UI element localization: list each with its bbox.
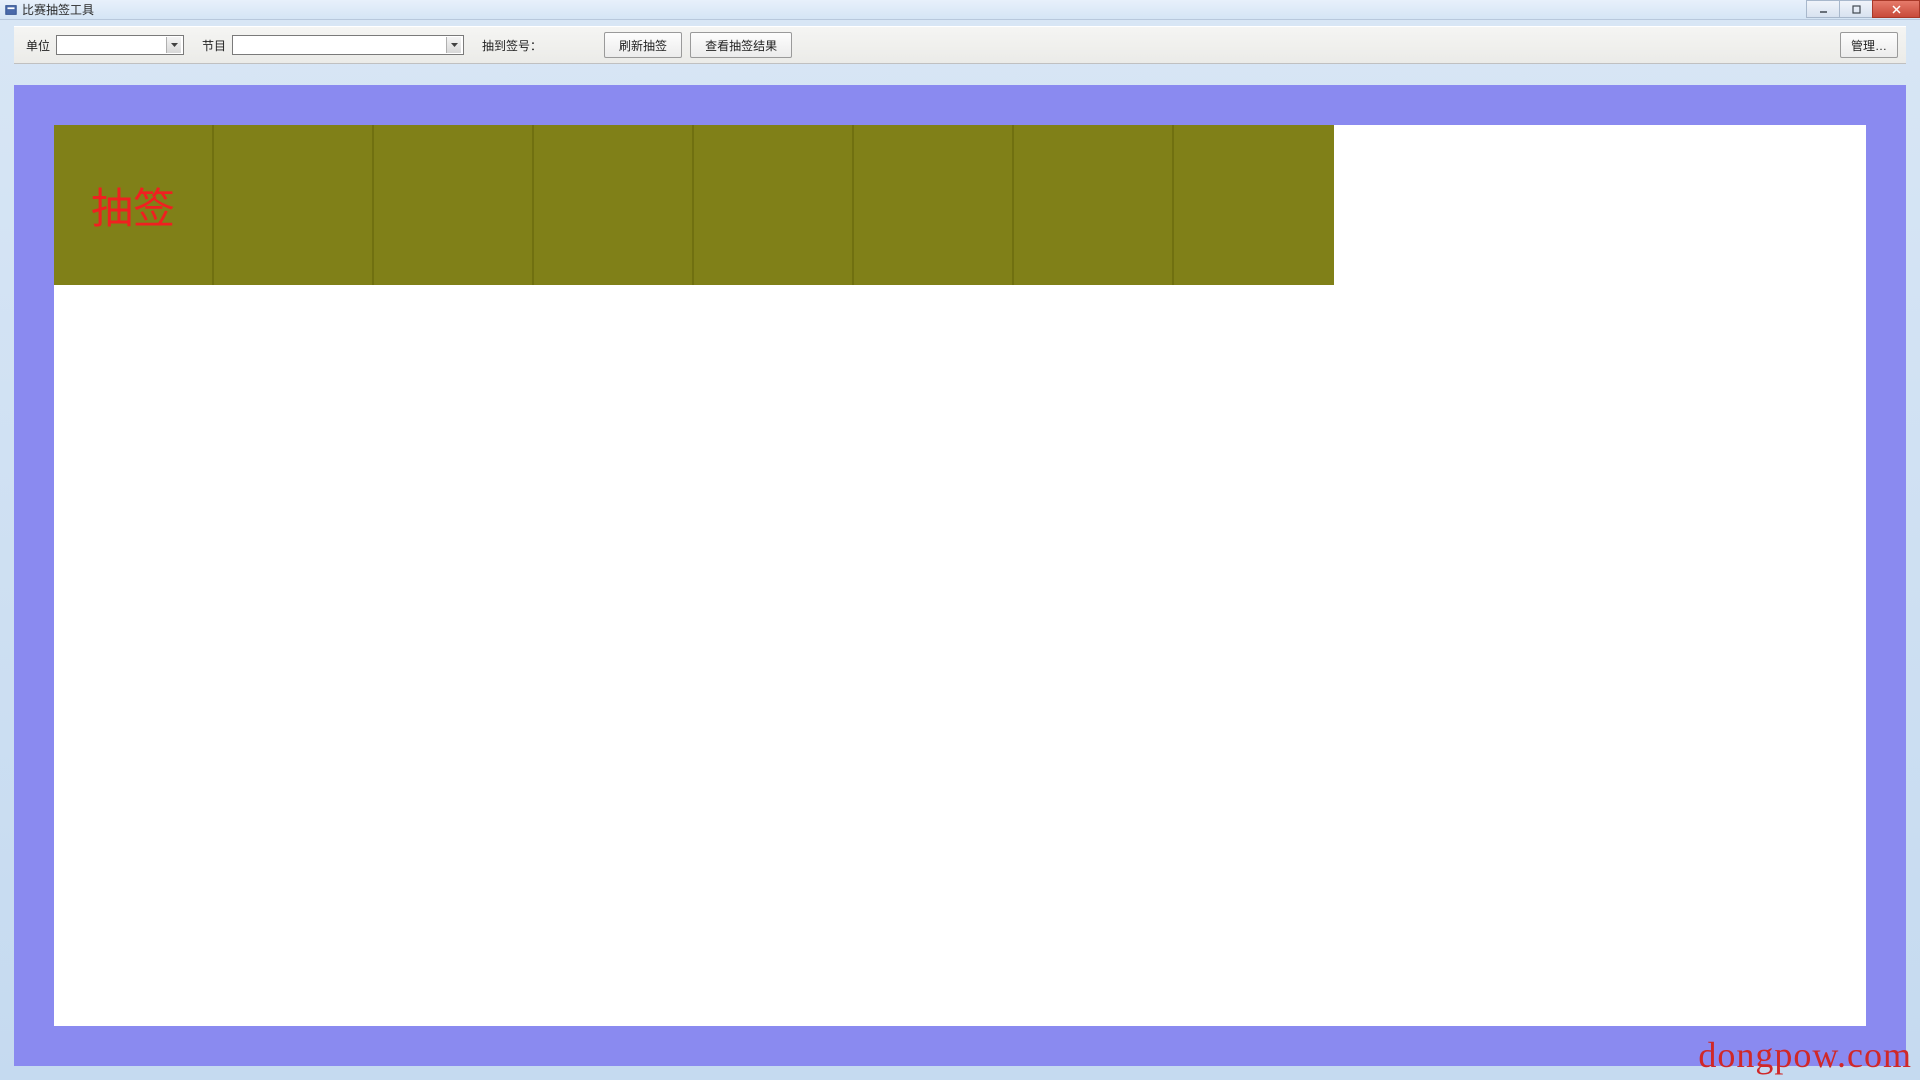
draw-cell-label: 抽签 bbox=[91, 175, 175, 236]
window-title: 比赛抽签工具 bbox=[22, 1, 94, 18]
view-result-button[interactable]: 查看抽签结果 bbox=[690, 32, 792, 58]
drawn-number-label: 抽到签号： bbox=[482, 37, 542, 54]
draw-cell[interactable]: 抽签 bbox=[54, 125, 214, 285]
draw-grid-row: 抽签 bbox=[54, 125, 1866, 285]
window-controls bbox=[1807, 0, 1920, 18]
title-bar: 比赛抽签工具 bbox=[0, 0, 1920, 20]
refresh-draw-button[interactable]: 刷新抽签 bbox=[604, 32, 682, 58]
close-button[interactable] bbox=[1872, 0, 1920, 18]
draw-cell[interactable] bbox=[694, 125, 854, 285]
draw-cell[interactable] bbox=[1014, 125, 1174, 285]
workspace: 抽签 bbox=[14, 85, 1906, 1066]
draw-cell[interactable] bbox=[534, 125, 694, 285]
app-icon bbox=[4, 3, 18, 17]
draw-cell[interactable] bbox=[854, 125, 1014, 285]
maximize-button[interactable] bbox=[1839, 0, 1873, 18]
draw-cell[interactable] bbox=[214, 125, 374, 285]
manage-button[interactable]: 管理… bbox=[1840, 32, 1898, 58]
draw-cell[interactable] bbox=[374, 125, 534, 285]
unit-select[interactable] bbox=[56, 35, 184, 55]
toolbar: 单位 节目 抽到签号： 刷新抽签 查看抽签结果 管理… bbox=[14, 26, 1906, 64]
watermark: dongpow.com bbox=[1698, 1034, 1912, 1076]
draw-canvas: 抽签 bbox=[54, 125, 1866, 1026]
program-label: 节目 bbox=[202, 37, 226, 54]
draw-cell[interactable] bbox=[1174, 125, 1334, 285]
chevron-down-icon bbox=[446, 37, 461, 53]
minimize-button[interactable] bbox=[1806, 0, 1840, 18]
unit-label: 单位 bbox=[26, 37, 50, 54]
program-select[interactable] bbox=[232, 35, 464, 55]
chevron-down-icon bbox=[166, 37, 181, 53]
